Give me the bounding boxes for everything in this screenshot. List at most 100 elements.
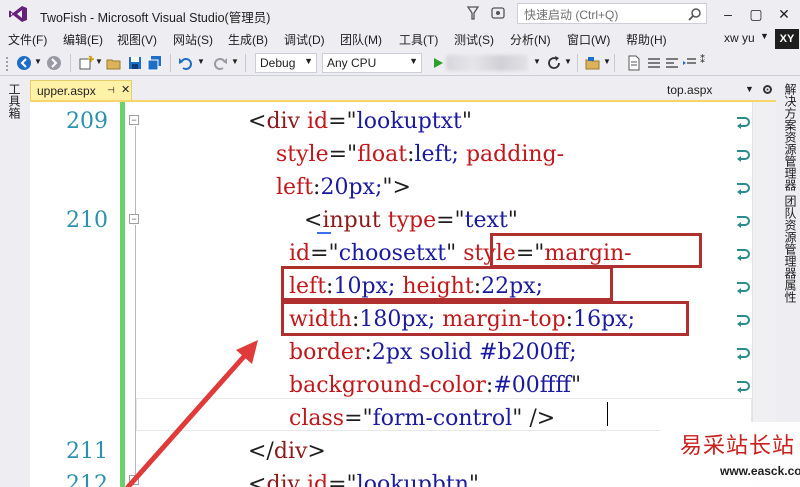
toolbar-separator xyxy=(577,54,578,72)
code-token: " xyxy=(507,208,518,233)
toolbox-tab[interactable]: 工具箱 xyxy=(4,83,21,119)
undo-dropdown-icon[interactable]: ▼ xyxy=(197,57,205,66)
browser-dropdown-icon[interactable]: ▼ xyxy=(533,57,541,66)
tab-list-dropdown-icon[interactable]: ▼ xyxy=(745,84,754,94)
menu-help[interactable]: 帮助(H) xyxy=(626,31,667,48)
visual-studio-window: TwoFish - Microsoft Visual Studio(管理员) 快… xyxy=(0,0,800,487)
menu-bar: 文件(F) 编辑(E) 视图(V) 网站(S) 生成(B) 调试(D) 团队(M… xyxy=(0,28,800,50)
tab-upper-aspx[interactable]: upper.aspx ⊣ ✕ xyxy=(30,80,132,101)
code-line[interactable]: 209 <div id="lookuptxt" xyxy=(30,105,776,138)
navigate-back-icon[interactable] xyxy=(16,55,32,71)
code-token: =" xyxy=(310,241,339,266)
uncomment-lines-icon[interactable] xyxy=(664,55,680,71)
code-token: padding- xyxy=(465,142,565,167)
code-text: </div> xyxy=(248,435,326,468)
menu-tools[interactable]: 工具(T) xyxy=(399,31,438,48)
code-text: <div id="lookupbtn" xyxy=(248,468,479,487)
user-name[interactable]: xw yu xyxy=(724,31,755,45)
code-token: "> xyxy=(382,175,411,200)
code-token: id xyxy=(306,109,329,134)
save-icon[interactable] xyxy=(127,55,143,71)
code-token: =" xyxy=(328,472,357,487)
chevron-down-icon: ▼ xyxy=(304,56,313,66)
menu-view[interactable]: 视图(V) xyxy=(117,31,157,48)
menu-team[interactable]: 团队(M) xyxy=(340,31,382,48)
start-debugging-icon[interactable] xyxy=(430,55,446,71)
watermark-text: 易采站长站 xyxy=(680,434,796,459)
code-token: 20px; xyxy=(320,175,383,200)
window-title: TwoFish - Microsoft Visual Studio(管理员) xyxy=(40,11,271,25)
code-token: class xyxy=(289,406,345,431)
solution-configuration-dropdown[interactable]: Debug ▼ xyxy=(255,53,317,73)
line-number: 211 xyxy=(66,439,108,464)
redo-icon[interactable] xyxy=(212,55,228,71)
tab-label: upper.aspx xyxy=(37,84,96,98)
toolbar-overflow-icon[interactable]: ⁑ xyxy=(700,55,705,66)
code-token: style xyxy=(276,142,329,167)
comment-lines-icon[interactable] xyxy=(646,55,662,71)
toolbar-grip-icon[interactable] xyxy=(5,55,11,71)
code-token: id xyxy=(289,241,311,266)
navigate-forward-icon[interactable] xyxy=(46,55,62,71)
code-token: lookuptxt xyxy=(356,109,462,134)
code-token: =" xyxy=(436,208,465,233)
text-caret xyxy=(607,402,608,426)
gear-icon[interactable] xyxy=(761,83,774,96)
code-line[interactable]: style="float:left; padding- xyxy=(30,138,776,171)
user-dropdown-icon[interactable]: ▼ xyxy=(760,31,769,41)
menu-analyze[interactable]: 分析(N) xyxy=(510,31,551,48)
code-text: class="form-control" /> xyxy=(289,402,555,435)
code-text: <input type="text" xyxy=(304,204,518,237)
open-file-icon[interactable] xyxy=(106,55,122,71)
code-text: style="float:left; padding- xyxy=(276,138,564,171)
refresh-browser-icon[interactable] xyxy=(546,55,562,71)
code-text: left:20px;"> xyxy=(276,171,411,204)
line-number: 212 xyxy=(66,472,108,487)
code-line[interactable]: background-color:#00ffff" xyxy=(30,369,776,402)
code-token: =" xyxy=(344,406,373,431)
solution-platform-dropdown[interactable]: Any CPU ▼ xyxy=(322,53,422,73)
code-token: < xyxy=(248,109,267,134)
code-token: " /> xyxy=(512,406,556,431)
code-text: border:2px solid #b200ff; xyxy=(289,336,577,369)
indent-icon[interactable] xyxy=(682,55,698,71)
solution-explorer-tab[interactable]: 解决方案资源管理器 xyxy=(780,83,797,191)
menu-build[interactable]: 生成(B) xyxy=(228,31,268,48)
code-token: id xyxy=(306,472,329,487)
code-line[interactable]: left:20px;"> xyxy=(30,171,776,204)
blurred-browser-target[interactable] xyxy=(446,55,528,71)
find-in-files-icon[interactable] xyxy=(585,55,601,71)
refresh-dropdown-icon[interactable]: ▼ xyxy=(564,57,572,66)
menu-edit[interactable]: 编辑(E) xyxy=(63,31,103,48)
menu-file[interactable]: 文件(F) xyxy=(8,31,47,48)
menu-debug[interactable]: 调试(D) xyxy=(284,31,325,48)
menu-test[interactable]: 测试(S) xyxy=(454,31,494,48)
code-token: : xyxy=(407,142,415,167)
quick-launch-input[interactable]: 快速启动 (Ctrl+Q) xyxy=(517,3,707,24)
team-explorer-tab[interactable]: 团队资源管理器 xyxy=(780,195,797,279)
pin-icon[interactable]: ⊣ xyxy=(107,85,115,96)
user-avatar[interactable]: XY xyxy=(775,29,799,49)
back-dropdown-icon[interactable]: ▼ xyxy=(34,57,42,66)
undo-icon[interactable] xyxy=(178,55,194,71)
chevron-down-icon: ▼ xyxy=(409,56,418,66)
close-tab-icon[interactable]: ✕ xyxy=(121,83,130,96)
close-button[interactable]: ✕ xyxy=(766,0,800,28)
menu-window[interactable]: 窗口(W) xyxy=(567,31,610,48)
new-dropdown-icon[interactable]: ▼ xyxy=(95,57,103,66)
page-icon[interactable] xyxy=(626,55,642,71)
redo-dropdown-icon[interactable]: ▼ xyxy=(231,57,239,66)
save-all-icon[interactable] xyxy=(147,55,163,71)
notification-and-feedback-icons[interactable] xyxy=(466,4,510,24)
code-line[interactable]: border:2px solid #b200ff; xyxy=(30,336,776,369)
menu-website[interactable]: 网站(S) xyxy=(173,31,213,48)
code-token: float xyxy=(357,142,408,167)
tab-top-aspx[interactable]: top.aspx xyxy=(667,83,712,97)
search-icon[interactable] xyxy=(688,7,702,21)
new-project-icon[interactable] xyxy=(78,55,94,71)
properties-tab[interactable]: 属性 xyxy=(780,279,797,303)
code-token: lookupbtn xyxy=(356,472,469,487)
line-number: 210 xyxy=(66,208,108,233)
find-dropdown-icon[interactable]: ▼ xyxy=(603,57,611,66)
code-token: </ xyxy=(248,439,274,464)
